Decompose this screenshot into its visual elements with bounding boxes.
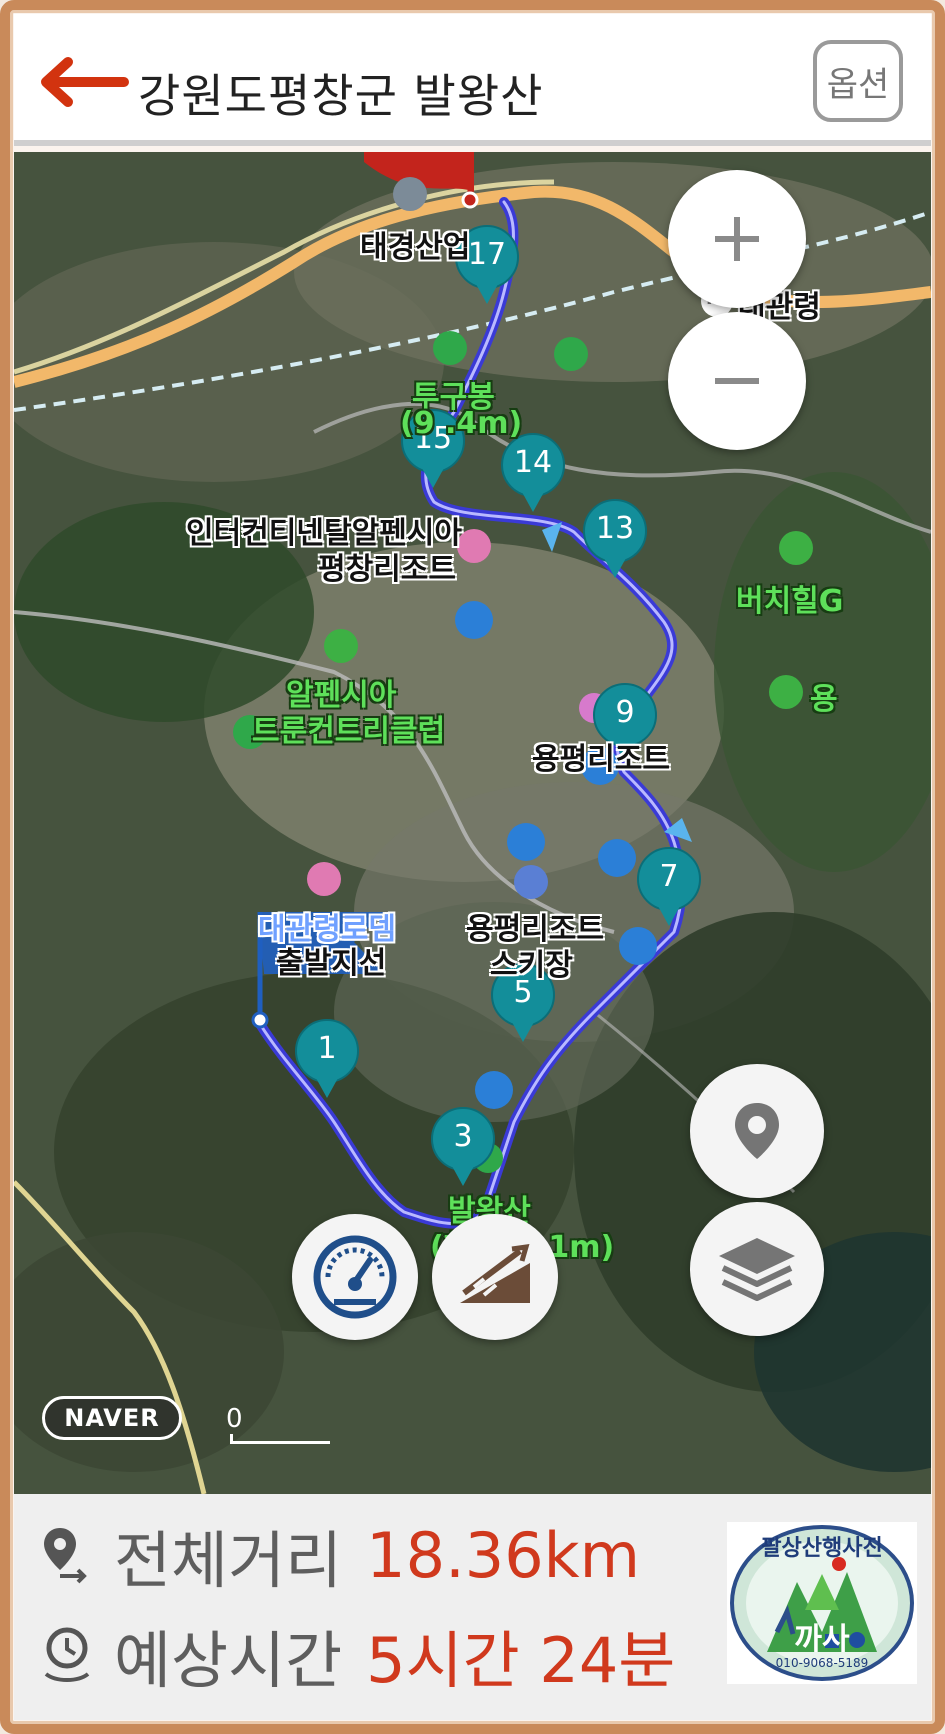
waypoint-label: 9 xyxy=(615,695,635,730)
page-title: 강원도평창군 발왕산 xyxy=(138,69,544,123)
app-header: 강원도평창군 발왕산 옵션 xyxy=(14,14,931,146)
route-distance-icon xyxy=(44,1528,87,1584)
label-yongpyong-resort: 용평리조트 xyxy=(532,742,670,777)
label-start: 출발지선 xyxy=(276,946,387,981)
club-badge: 팔상산행사진 까사 010-9068-5189 xyxy=(727,1522,917,1684)
speedometer-icon xyxy=(313,1235,397,1319)
time-label: 예상시간 xyxy=(114,1624,343,1697)
waypoint-1[interactable]: 1 xyxy=(294,1018,360,1104)
badge-title: 팔상산행사진 xyxy=(761,1536,883,1561)
my-location-button[interactable] xyxy=(690,1064,824,1198)
time-value: 5시간 24분 xyxy=(366,1624,676,1697)
label-yong: 용 xyxy=(810,682,838,717)
zoom-in-button[interactable] xyxy=(668,170,806,308)
naver-logo: NAVER xyxy=(42,1396,182,1440)
back-button[interactable] xyxy=(34,54,130,110)
waypoint-3[interactable]: 3 xyxy=(430,1106,496,1192)
label-tuja-bong-elev: (9 .4m) xyxy=(400,406,523,441)
speedometer-button[interactable] xyxy=(292,1214,418,1340)
estimated-time-icon xyxy=(44,1627,90,1682)
distance-row: 전체거리 18.36km xyxy=(40,1510,640,1600)
waypoint-label: 3 xyxy=(453,1119,473,1154)
layers-button[interactable] xyxy=(690,1202,824,1336)
label-intercontinental-2: 평창리조트 xyxy=(318,552,456,587)
waypoint-13[interactable]: 13 xyxy=(582,498,648,584)
zoom-out-button[interactable] xyxy=(668,312,806,450)
waypoint-label: 13 xyxy=(595,511,635,546)
layers-icon xyxy=(719,1238,795,1301)
waypoint-label: 1 xyxy=(317,1031,337,1066)
label-taegyeong: 태경산업 xyxy=(360,230,471,265)
waypoint-label: 7 xyxy=(659,859,679,894)
elevation-button[interactable] xyxy=(432,1214,558,1340)
back-arrow-icon xyxy=(41,57,129,107)
badge-logo-text: 까사 xyxy=(794,1622,850,1657)
elevation-icon xyxy=(460,1243,530,1303)
distance-label: 전체거리 xyxy=(114,1524,343,1597)
label-burch-hill: 버치힐G xyxy=(736,584,844,619)
plus-icon xyxy=(715,217,759,261)
waypoint-label: 14 xyxy=(513,445,553,480)
badge-phone: 010-9068-5189 xyxy=(775,1656,869,1670)
time-row: 예상시간 5시간 24분 xyxy=(40,1610,675,1700)
options-button[interactable]: 옵션 xyxy=(813,40,903,122)
minus-icon xyxy=(715,378,759,384)
route-summary: 전체거리 18.36km 예상시간 5시간 24분 팔상산행사진 까사 010-… xyxy=(14,1494,931,1720)
waypoint-14[interactable]: 14 xyxy=(500,432,566,518)
distance-value: 18.36km xyxy=(366,1518,640,1592)
location-pin-icon xyxy=(735,1103,779,1159)
map-view[interactable]: 17 15 14 13 9 7 5 3 1 태경산업 IC 대관령 투구봉 (9… xyxy=(14,152,931,1494)
label-yongpyong-ski-2: 스키장 xyxy=(490,948,573,983)
label-alpensia-cc: 트룬컨트리클럽 xyxy=(252,714,446,749)
scale-bar xyxy=(230,1434,330,1444)
scale-label: 0 xyxy=(226,1404,243,1434)
waypoint-7[interactable]: 7 xyxy=(636,846,702,932)
